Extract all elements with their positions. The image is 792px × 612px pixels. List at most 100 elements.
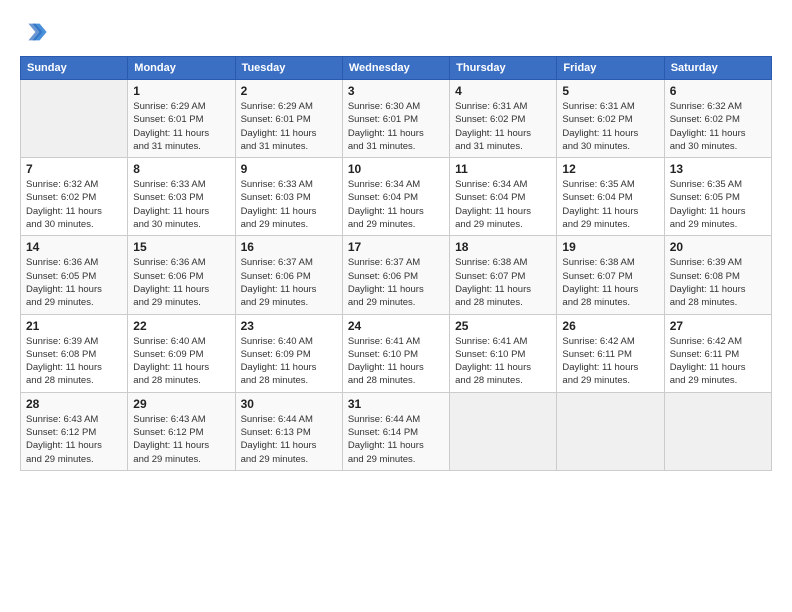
day-number: 19 <box>562 240 658 254</box>
day-cell: 24Sunrise: 6:41 AM Sunset: 6:10 PM Dayli… <box>342 314 449 392</box>
day-number: 31 <box>348 397 444 411</box>
day-cell: 21Sunrise: 6:39 AM Sunset: 6:08 PM Dayli… <box>21 314 128 392</box>
day-info: Sunrise: 6:37 AM Sunset: 6:06 PM Dayligh… <box>348 256 444 309</box>
day-number: 12 <box>562 162 658 176</box>
day-info: Sunrise: 6:38 AM Sunset: 6:07 PM Dayligh… <box>455 256 551 309</box>
day-number: 13 <box>670 162 766 176</box>
day-cell: 18 Sunrise: 6:38 AM Sunset: 6:07 PM Dayli… <box>450 236 557 314</box>
day-cell: 1 Sunrise: 6:29 AM Sunset: 6:01 PM Daylig… <box>128 80 235 158</box>
day-cell: 14 Sunrise: 6:36 AM Sunset: 6:05 PM Dayli… <box>21 236 128 314</box>
day-number: 9 <box>241 162 337 176</box>
day-cell: 25Sunrise: 6:41 AM Sunset: 6:10 PM Dayli… <box>450 314 557 392</box>
day-cell <box>557 392 664 470</box>
day-info: Sunrise: 6:34 AM Sunset: 6:04 PM Dayligh… <box>348 178 444 231</box>
header-row: SundayMondayTuesdayWednesdayThursdayFrid… <box>21 57 772 80</box>
day-number: 10 <box>348 162 444 176</box>
day-number: 6 <box>670 84 766 98</box>
day-cell: 26Sunrise: 6:42 AM Sunset: 6:11 PM Dayli… <box>557 314 664 392</box>
day-cell: 3Sunrise: 6:30 AM Sunset: 6:01 PM Daylig… <box>342 80 449 158</box>
day-number: 23 <box>241 319 337 333</box>
column-header-sunday: Sunday <box>21 57 128 80</box>
day-number: 29 <box>133 397 229 411</box>
calendar-header: SundayMondayTuesdayWednesdayThursdayFrid… <box>21 57 772 80</box>
day-number: 20 <box>670 240 766 254</box>
week-row-4: 21Sunrise: 6:39 AM Sunset: 6:08 PM Dayli… <box>21 314 772 392</box>
day-info: Sunrise: 6:33 AM Sunset: 6:03 PM Dayligh… <box>133 178 229 231</box>
day-info: Sunrise: 6:32 AM Sunset: 6:02 PM Dayligh… <box>26 178 122 231</box>
day-cell: 7 Sunrise: 6:32 AM Sunset: 6:02 PM Daylig… <box>21 158 128 236</box>
column-header-monday: Monday <box>128 57 235 80</box>
day-cell <box>664 392 771 470</box>
day-cell <box>450 392 557 470</box>
day-number: 17 <box>348 240 444 254</box>
day-cell: 19 Sunrise: 6:38 AM Sunset: 6:07 PM Dayli… <box>557 236 664 314</box>
day-info: Sunrise: 6:40 AM Sunset: 6:09 PM Dayligh… <box>241 335 337 388</box>
day-cell: 30Sunrise: 6:44 AM Sunset: 6:13 PM Dayli… <box>235 392 342 470</box>
day-info: Sunrise: 6:42 AM Sunset: 6:11 PM Dayligh… <box>670 335 766 388</box>
day-number: 22 <box>133 319 229 333</box>
day-cell: 29Sunrise: 6:43 AM Sunset: 6:12 PM Dayli… <box>128 392 235 470</box>
logo <box>20 18 52 46</box>
day-cell: 9 Sunrise: 6:33 AM Sunset: 6:03 PM Daylig… <box>235 158 342 236</box>
calendar-body: 1 Sunrise: 6:29 AM Sunset: 6:01 PM Daylig… <box>21 80 772 471</box>
day-cell: 5 Sunrise: 6:31 AM Sunset: 6:02 PM Daylig… <box>557 80 664 158</box>
day-number: 11 <box>455 162 551 176</box>
week-row-1: 1 Sunrise: 6:29 AM Sunset: 6:01 PM Daylig… <box>21 80 772 158</box>
day-info: Sunrise: 6:35 AM Sunset: 6:05 PM Dayligh… <box>670 178 766 231</box>
day-number: 24 <box>348 319 444 333</box>
day-number: 30 <box>241 397 337 411</box>
day-info: Sunrise: 6:32 AM Sunset: 6:02 PM Dayligh… <box>670 100 766 153</box>
day-number: 5 <box>562 84 658 98</box>
day-cell: 8 Sunrise: 6:33 AM Sunset: 6:03 PM Daylig… <box>128 158 235 236</box>
day-cell: 22 Sunrise: 6:40 AM Sunset: 6:09 PM Dayli… <box>128 314 235 392</box>
day-cell: 4 Sunrise: 6:31 AM Sunset: 6:02 PM Daylig… <box>450 80 557 158</box>
week-row-3: 14 Sunrise: 6:36 AM Sunset: 6:05 PM Dayli… <box>21 236 772 314</box>
day-cell: 16Sunrise: 6:37 AM Sunset: 6:06 PM Dayli… <box>235 236 342 314</box>
header <box>20 18 772 46</box>
day-number: 16 <box>241 240 337 254</box>
week-row-5: 28Sunrise: 6:43 AM Sunset: 6:12 PM Dayli… <box>21 392 772 470</box>
week-row-2: 7 Sunrise: 6:32 AM Sunset: 6:02 PM Daylig… <box>21 158 772 236</box>
day-info: Sunrise: 6:36 AM Sunset: 6:05 PM Dayligh… <box>26 256 122 309</box>
day-info: Sunrise: 6:38 AM Sunset: 6:07 PM Dayligh… <box>562 256 658 309</box>
day-info: Sunrise: 6:39 AM Sunset: 6:08 PM Dayligh… <box>670 256 766 309</box>
day-number: 28 <box>26 397 122 411</box>
day-cell: 13 Sunrise: 6:35 AM Sunset: 6:05 PM Dayli… <box>664 158 771 236</box>
calendar: SundayMondayTuesdayWednesdayThursdayFrid… <box>20 56 772 471</box>
column-header-saturday: Saturday <box>664 57 771 80</box>
day-info: Sunrise: 6:40 AM Sunset: 6:09 PM Dayligh… <box>133 335 229 388</box>
day-cell: 27 Sunrise: 6:42 AM Sunset: 6:11 PM Dayli… <box>664 314 771 392</box>
day-info: Sunrise: 6:31 AM Sunset: 6:02 PM Dayligh… <box>455 100 551 153</box>
column-header-thursday: Thursday <box>450 57 557 80</box>
day-number: 4 <box>455 84 551 98</box>
day-cell: 15Sunrise: 6:36 AM Sunset: 6:06 PM Dayli… <box>128 236 235 314</box>
day-number: 27 <box>670 319 766 333</box>
column-header-wednesday: Wednesday <box>342 57 449 80</box>
day-info: Sunrise: 6:39 AM Sunset: 6:08 PM Dayligh… <box>26 335 122 388</box>
day-number: 18 <box>455 240 551 254</box>
day-number: 1 <box>133 84 229 98</box>
day-info: Sunrise: 6:31 AM Sunset: 6:02 PM Dayligh… <box>562 100 658 153</box>
day-cell <box>21 80 128 158</box>
day-cell: 20 Sunrise: 6:39 AM Sunset: 6:08 PM Dayli… <box>664 236 771 314</box>
day-info: Sunrise: 6:42 AM Sunset: 6:11 PM Dayligh… <box>562 335 658 388</box>
day-info: Sunrise: 6:36 AM Sunset: 6:06 PM Dayligh… <box>133 256 229 309</box>
day-number: 14 <box>26 240 122 254</box>
day-info: Sunrise: 6:35 AM Sunset: 6:04 PM Dayligh… <box>562 178 658 231</box>
column-header-tuesday: Tuesday <box>235 57 342 80</box>
day-info: Sunrise: 6:33 AM Sunset: 6:03 PM Dayligh… <box>241 178 337 231</box>
day-info: Sunrise: 6:29 AM Sunset: 6:01 PM Dayligh… <box>241 100 337 153</box>
column-header-friday: Friday <box>557 57 664 80</box>
day-number: 8 <box>133 162 229 176</box>
day-cell: 23 Sunrise: 6:40 AM Sunset: 6:09 PM Dayli… <box>235 314 342 392</box>
day-number: 7 <box>26 162 122 176</box>
logo-icon <box>20 18 48 46</box>
day-info: Sunrise: 6:30 AM Sunset: 6:01 PM Dayligh… <box>348 100 444 153</box>
day-cell: 17 Sunrise: 6:37 AM Sunset: 6:06 PM Dayli… <box>342 236 449 314</box>
day-info: Sunrise: 6:29 AM Sunset: 6:01 PM Dayligh… <box>133 100 229 153</box>
day-info: Sunrise: 6:44 AM Sunset: 6:14 PM Dayligh… <box>348 413 444 466</box>
page: SundayMondayTuesdayWednesdayThursdayFrid… <box>0 0 792 612</box>
day-cell: 11Sunrise: 6:34 AM Sunset: 6:04 PM Dayli… <box>450 158 557 236</box>
day-number: 2 <box>241 84 337 98</box>
day-number: 25 <box>455 319 551 333</box>
